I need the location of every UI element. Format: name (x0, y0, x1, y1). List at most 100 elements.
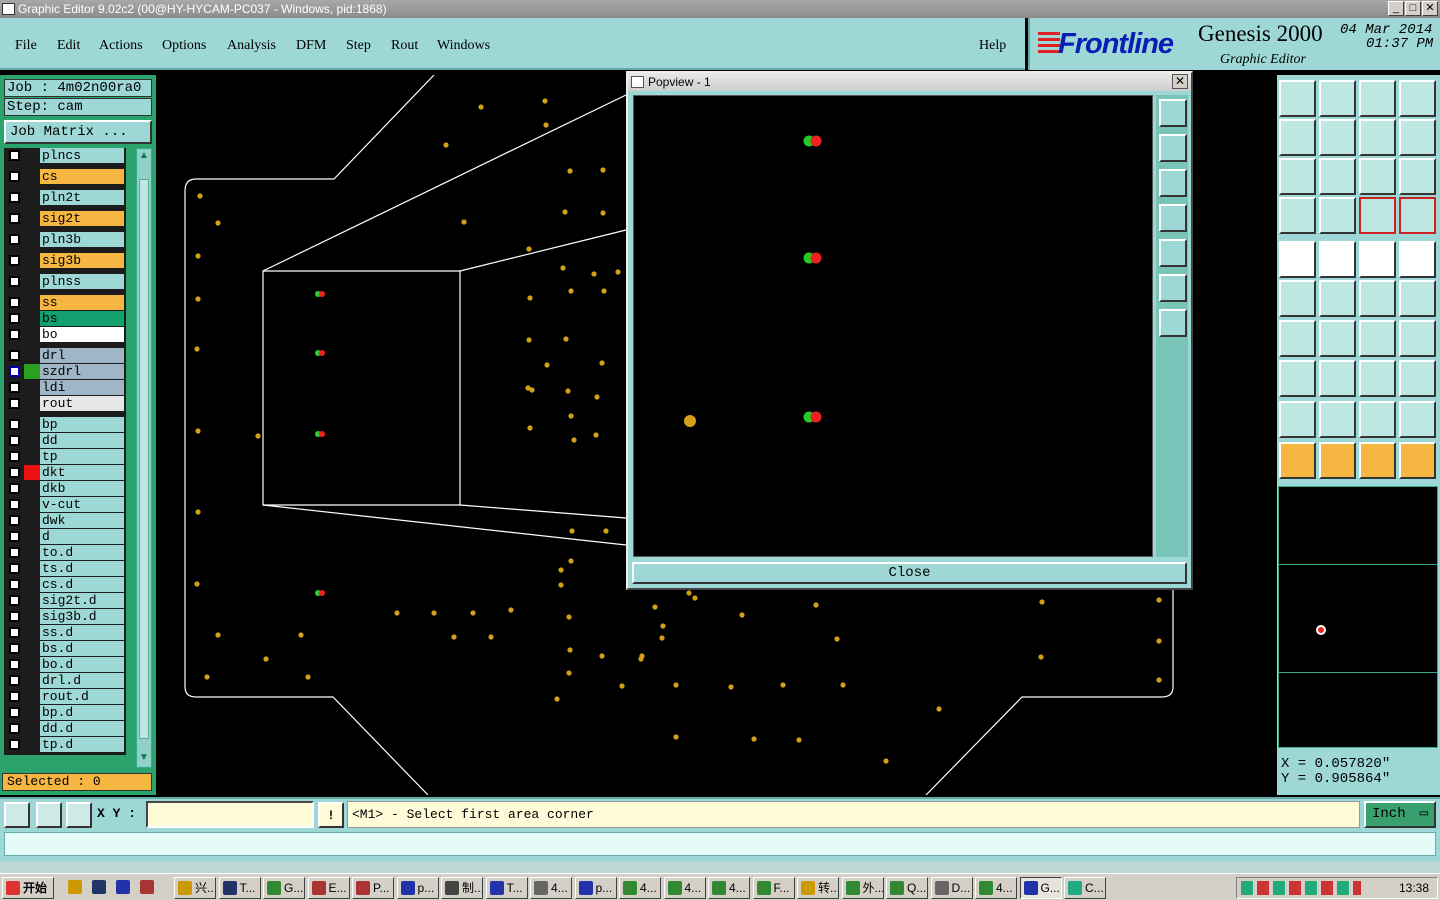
layer-color-swatch[interactable] (24, 274, 40, 289)
taskbar-item[interactable]: 4... (663, 877, 706, 899)
arch3-icon[interactable] (1399, 401, 1436, 438)
taskbar-item[interactable]: P... (352, 877, 394, 899)
arch-icon[interactable] (1319, 401, 1356, 438)
layer-checkbox[interactable] (9, 547, 20, 558)
layer-checkbox[interactable] (9, 563, 20, 574)
layer-checkbox[interactable] (9, 398, 20, 409)
layer-checkbox[interactable] (9, 382, 20, 393)
layer-color-swatch[interactable] (24, 657, 40, 672)
undo-view-icon[interactable] (1359, 119, 1396, 156)
popview-title[interactable]: Popview - 1 (628, 73, 1191, 91)
layer-checkbox[interactable] (9, 499, 20, 510)
layer-row-dkt[interactable]: dkt (4, 465, 126, 480)
layer-color-swatch[interactable] (24, 449, 40, 464)
taskbar-item[interactable]: p... (574, 877, 617, 899)
layer-color-swatch[interactable] (24, 465, 40, 480)
layer-row-d[interactable]: d (4, 529, 126, 544)
taskbar-item[interactable]: D... (930, 877, 973, 899)
layer-color-swatch[interactable] (24, 433, 40, 448)
taskbar-item[interactable]: 转... (797, 877, 839, 899)
layer-checkbox[interactable] (9, 643, 20, 654)
minimize-button[interactable]: _ (1388, 1, 1404, 16)
center-icon[interactable] (1319, 158, 1356, 195)
layer-checkbox[interactable] (9, 213, 20, 224)
menu-analysis[interactable]: Analysis (227, 38, 276, 54)
layer-checkbox[interactable] (9, 234, 20, 245)
layer-checkbox[interactable] (9, 595, 20, 606)
layer-row-drl[interactable]: drl (4, 348, 126, 363)
taskbar-item[interactable]: 4... (530, 877, 572, 899)
layer-color-swatch[interactable] (24, 513, 40, 528)
menu-options[interactable]: Options (162, 38, 206, 54)
layer-color-swatch[interactable] (24, 593, 40, 608)
scroll-down-icon[interactable]: ▼ (139, 753, 149, 763)
select-arrow3-icon[interactable] (1359, 442, 1396, 479)
layer-row-ldi[interactable]: ldi (4, 380, 126, 395)
layer-checkbox[interactable] (9, 483, 20, 494)
window-title-bar[interactable]: Graphic Editor 9.02c2 (00@HY-HYCAM-PC037… (0, 0, 1440, 18)
popview-window[interactable]: Popview - 1 ✕ Close (626, 71, 1193, 590)
layer-row-cs[interactable]: cs (4, 169, 126, 184)
menu-help[interactable]: Help (979, 38, 1006, 54)
layer-row-bs[interactable]: bs (4, 311, 126, 326)
layer-checkbox[interactable] (9, 350, 20, 361)
split-view-icon[interactable] (1399, 80, 1436, 117)
unit-selector[interactable]: Inch ▭ (1364, 801, 1436, 828)
layer-color-swatch[interactable] (24, 577, 40, 592)
layer-color-swatch[interactable] (24, 148, 40, 163)
layer-color-swatch[interactable] (24, 253, 40, 268)
layer-color-swatch[interactable] (24, 364, 40, 379)
layer-row-dkb[interactable]: dkb (4, 481, 126, 496)
slash-icon[interactable] (1319, 320, 1356, 357)
settings-icon[interactable] (1279, 197, 1316, 234)
layer-row-v-cut[interactable]: v-cut (4, 497, 126, 512)
popview-canvas[interactable] (633, 95, 1153, 557)
layer-color-swatch[interactable] (24, 561, 40, 576)
popview-close-icon[interactable]: ✕ (1172, 74, 1188, 89)
layer-row-rout.d[interactable]: rout.d (4, 689, 126, 704)
arch2-icon[interactable] (1359, 401, 1396, 438)
layer-row-sig3b[interactable]: sig3b (4, 253, 126, 268)
menu-rout[interactable]: Rout (391, 38, 418, 54)
layer-color-swatch[interactable] (24, 190, 40, 205)
menu-step[interactable]: Step (346, 38, 371, 54)
layer-checkbox[interactable] (9, 675, 20, 686)
layer-row-to.d[interactable]: to.d (4, 545, 126, 560)
layer-checkbox[interactable] (9, 451, 20, 462)
taskbar-item[interactable]: 制... (441, 877, 483, 899)
taskbar-item[interactable]: Q... (886, 877, 928, 899)
layer-checkbox[interactable] (9, 329, 20, 340)
layer-color-swatch[interactable] (24, 625, 40, 640)
home-top-icon[interactable] (1279, 80, 1316, 117)
menu-edit[interactable]: Edit (57, 38, 80, 54)
layer-checkbox[interactable] (9, 192, 20, 203)
layer-color-swatch[interactable] (24, 529, 40, 544)
taskbar-item[interactable]: 4... (975, 877, 1017, 899)
taskbar-item[interactable]: 4... (708, 877, 750, 899)
layer-row-bp.d[interactable]: bp.d (4, 705, 126, 720)
layer-row-bs.d[interactable]: bs.d (4, 641, 126, 656)
quick-launch-icon[interactable] (68, 880, 82, 894)
quick-launch-icon[interactable] (116, 880, 130, 894)
layer-row-dd.d[interactable]: dd.d (4, 721, 126, 736)
house-icon[interactable] (1359, 80, 1396, 117)
layer-checkbox[interactable] (9, 255, 20, 266)
snap-icon[interactable] (1319, 197, 1356, 234)
menu-dfm[interactable]: DFM (296, 38, 326, 54)
taskbar-item[interactable]: E... (307, 877, 350, 899)
layer-row-rout[interactable]: rout (4, 396, 126, 411)
layer-checkbox[interactable] (9, 531, 20, 542)
line-red-icon[interactable] (1319, 360, 1356, 397)
layer-color-swatch[interactable] (24, 327, 40, 342)
layer-row-drl.d[interactable]: drl.d (4, 673, 126, 688)
maximize-button[interactable]: □ (1405, 1, 1421, 16)
line-add-icon[interactable] (1359, 280, 1396, 317)
layer-checkbox[interactable] (9, 150, 20, 161)
connect-icon[interactable] (1279, 280, 1316, 317)
taskbar-item[interactable]: F... (752, 877, 795, 899)
layer-checkbox[interactable] (9, 723, 20, 734)
layer-checkbox[interactable] (9, 515, 20, 526)
select-arrow-icon[interactable] (1279, 442, 1316, 479)
layer-row-bo[interactable]: bo (4, 327, 126, 342)
popview-pan-right-icon[interactable] (1159, 239, 1187, 267)
